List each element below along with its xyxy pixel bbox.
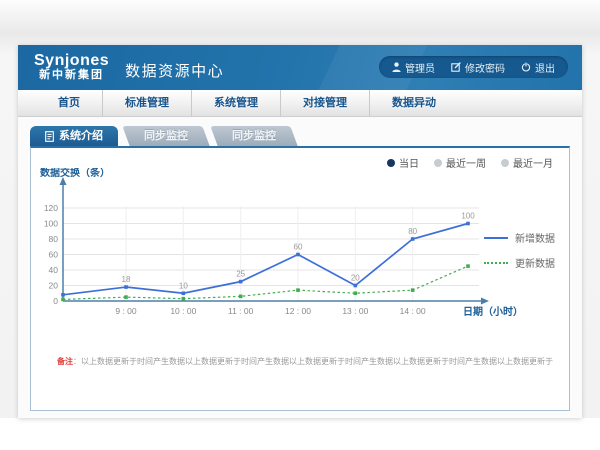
- svg-text:数据交换（条）: 数据交换（条）: [40, 168, 110, 179]
- legend-updated-data-label: 更新数据: [515, 255, 555, 270]
- svg-text:20: 20: [351, 274, 360, 283]
- svg-text:12 : 00: 12 : 00: [285, 306, 311, 316]
- radio-today-dot: [387, 159, 395, 167]
- svg-text:10 : 00: 10 : 00: [170, 306, 196, 316]
- svg-text:10: 10: [179, 281, 188, 290]
- chart-panel: 当日 最近一周 最近一月 0204060801001209 : 0010 : 0…: [30, 146, 570, 411]
- svg-text:120: 120: [44, 203, 58, 213]
- document-icon: [45, 131, 54, 142]
- svg-text:0: 0: [53, 296, 58, 306]
- app-header: Synjones 新中新集团 数据资源中心 管理员 修改: [18, 45, 582, 90]
- svg-text:日期（小时）: 日期（小时）: [463, 305, 523, 318]
- current-user-label: 管理员: [405, 60, 435, 75]
- tab-system-intro-label: 系统介绍: [59, 126, 103, 146]
- brand-logo-cn: 新中新集团: [34, 70, 109, 82]
- logout-button[interactable]: 退出: [521, 60, 555, 75]
- tab-bar: 系统介绍 同步监控 同步监控: [30, 126, 294, 146]
- svg-text:60: 60: [49, 250, 59, 260]
- svg-text:18: 18: [122, 275, 131, 284]
- svg-text:20: 20: [49, 281, 59, 291]
- svg-text:80: 80: [408, 227, 417, 236]
- svg-text:14 : 00: 14 : 00: [400, 306, 426, 316]
- radio-last-month-dot: [501, 159, 509, 167]
- nav-item-home[interactable]: 首页: [36, 90, 102, 116]
- app-window: Synjones 新中新集团 数据资源中心 管理员 修改: [18, 45, 582, 418]
- screen: Synjones 新中新集团 数据资源中心 管理员 修改: [0, 0, 600, 450]
- svg-text:11 : 00: 11 : 00: [228, 306, 254, 316]
- chart-legend: 新增数据 更新数据: [484, 230, 555, 280]
- svg-text:9 : 00: 9 : 00: [115, 306, 137, 316]
- power-icon: [521, 62, 531, 72]
- legend-new-data-swatch: [484, 237, 508, 239]
- nav-item-data-changes[interactable]: 数据异动: [369, 90, 458, 116]
- legend-updated-data-swatch: [484, 262, 508, 264]
- tab-sync-monitor-1-label: 同步监控: [144, 126, 188, 146]
- svg-text:100: 100: [461, 212, 475, 221]
- radio-last-week-dot: [434, 159, 442, 167]
- tab-sync-monitor-2[interactable]: 同步监控: [210, 126, 297, 146]
- svg-text:25: 25: [236, 270, 245, 279]
- logout-label: 退出: [535, 60, 555, 75]
- nav-item-integration-mgmt[interactable]: 对接管理: [280, 90, 369, 116]
- svg-text:13 : 00: 13 : 00: [342, 306, 368, 316]
- line-chart: 0 20 40 60 80 100 120 9 : 00 10 : 00 11 : 00 12 : …: [39, 168, 549, 328]
- edit-icon: [451, 62, 461, 72]
- footnote-text: ：以上数据更新于时间产生数据以上数据更新于时间产生数据以上数据更新于时间产生数据…: [73, 357, 553, 366]
- tab-sync-monitor-2-label: 同步监控: [232, 126, 276, 146]
- brand-logo-en: Synjones: [34, 53, 109, 70]
- svg-text:80: 80: [49, 234, 59, 244]
- svg-text:100: 100: [44, 219, 58, 229]
- tab-sync-monitor-1[interactable]: 同步监控: [122, 126, 209, 146]
- main-nav: 首页 标准管理 系统管理 对接管理 数据异动: [18, 90, 582, 117]
- footnote-label: 备注: [57, 357, 73, 366]
- tab-system-intro[interactable]: 系统介绍: [30, 126, 118, 146]
- change-password-label: 修改密码: [465, 60, 505, 75]
- svg-text:60: 60: [294, 243, 303, 252]
- user-toolbar: 管理员 修改密码 退出: [379, 56, 568, 78]
- change-password-button[interactable]: 修改密码: [451, 60, 505, 75]
- legend-new-data-label: 新增数据: [515, 230, 555, 245]
- legend-new-data: 新增数据: [484, 230, 555, 245]
- legend-updated-data: 更新数据: [484, 255, 555, 270]
- user-icon: [392, 62, 401, 72]
- svg-text:40: 40: [49, 265, 59, 275]
- current-user[interactable]: 管理员: [392, 60, 435, 75]
- nav-item-system-mgmt[interactable]: 系统管理: [191, 90, 280, 116]
- page-title: 数据资源中心: [125, 54, 224, 81]
- content-area: 系统介绍 同步监控 同步监控 当日 最近一周: [18, 117, 582, 418]
- footnote: 备注：以上数据更新于时间产生数据以上数据更新于时间产生数据以上数据更新于时间产生…: [57, 356, 559, 367]
- nav-item-standard-mgmt[interactable]: 标准管理: [102, 90, 191, 116]
- brand-logo: Synjones 新中新集团: [34, 53, 109, 81]
